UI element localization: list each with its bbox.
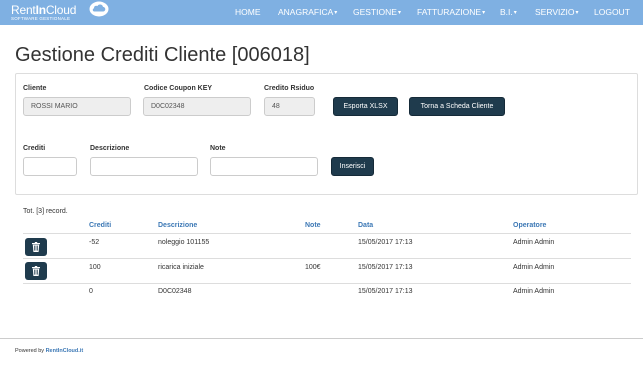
footer: Powered by RentInCloud.it	[15, 348, 83, 354]
credito-residuo-field[interactable]: 48	[264, 97, 315, 116]
table-row-divider	[23, 283, 631, 284]
descrizione-label: Descrizione	[90, 145, 130, 152]
record-count: Tot. [3] record.	[23, 208, 68, 215]
cliente-label: Cliente	[23, 85, 47, 92]
column-header-operatore[interactable]: Operatore	[513, 222, 546, 229]
chevron-down-icon: ▾	[513, 10, 517, 16]
descrizione-input[interactable]	[90, 157, 198, 176]
cell-data: 15/05/2017 17:13	[358, 239, 413, 246]
top-navbar: RentInCloud SOFTWARE GESTIONALE HOME ANA…	[0, 0, 643, 25]
client-credit-panel	[15, 73, 638, 195]
coupon-field[interactable]: D0C02348	[143, 97, 251, 116]
nav-anagrafica[interactable]: ANAGRAFICA▾	[278, 0, 337, 25]
nav-fatturazione[interactable]: FATTURAZIONE▾	[417, 0, 485, 25]
back-to-client-button[interactable]: Torna a Scheda Cliente	[409, 97, 505, 116]
brand-logo[interactable]: RentInCloud SOFTWARE GESTIONALE	[11, 1, 111, 24]
cell-crediti: 0	[89, 288, 93, 295]
cell-operatore: Admin Admin	[513, 288, 555, 295]
brand-name: RentInCloud	[11, 3, 77, 17]
table-divider	[23, 233, 631, 234]
crediti-input[interactable]	[23, 157, 77, 176]
column-header-descrizione[interactable]: Descrizione	[158, 222, 197, 229]
nav-bi[interactable]: B.I.▾	[500, 0, 517, 25]
cloud-icon	[89, 1, 109, 17]
cell-note: 100€	[305, 264, 321, 271]
cell-descrizione: D0C02348	[158, 288, 192, 295]
delete-row-button[interactable]	[25, 238, 47, 256]
cell-descrizione: ricarica iniziale	[158, 264, 204, 271]
chevron-down-icon: ▾	[482, 10, 486, 16]
cell-operatore: Admin Admin	[513, 264, 555, 271]
cell-crediti: 100	[89, 264, 101, 271]
column-header-data[interactable]: Data	[358, 222, 373, 229]
column-header-note[interactable]: Note	[305, 222, 321, 229]
cell-data: 15/05/2017 17:13	[358, 264, 413, 271]
nav-home[interactable]: HOME	[235, 0, 261, 25]
trash-icon	[32, 266, 40, 276]
cell-operatore: Admin Admin	[513, 239, 555, 246]
cell-descrizione: noleggio 101155	[158, 239, 210, 246]
chevron-down-icon: ▾	[334, 10, 338, 16]
credito-residuo-label: Credito Rsiduo	[264, 85, 315, 92]
nav-servizio[interactable]: SERVIZIO▾	[535, 0, 579, 25]
footer-divider	[0, 338, 643, 339]
crediti-label: Crediti	[23, 145, 46, 152]
page-title: Gestione Crediti Cliente [006018]	[15, 44, 310, 66]
coupon-label: Codice Coupon KEY	[144, 85, 213, 92]
brand-subtitle: SOFTWARE GESTIONALE	[11, 16, 71, 21]
insert-button[interactable]: Inserisci	[331, 157, 374, 176]
cliente-field[interactable]: ROSSI MARIO	[23, 97, 131, 116]
nav-gestione[interactable]: GESTIONE▾	[353, 0, 401, 25]
footer-link[interactable]: RentInCloud.it	[46, 348, 84, 354]
nav-logout[interactable]: LOGOUT	[594, 0, 630, 25]
note-input[interactable]	[210, 157, 318, 176]
table-row-divider	[23, 258, 631, 259]
delete-row-button[interactable]	[25, 262, 47, 280]
trash-icon	[32, 242, 40, 252]
cell-crediti: -52	[89, 239, 100, 246]
export-xlsx-button[interactable]: Esporta XLSX	[333, 97, 398, 116]
cell-data: 15/05/2017 17:13	[358, 288, 413, 295]
chevron-down-icon: ▾	[397, 10, 401, 16]
chevron-down-icon: ▾	[575, 10, 579, 16]
note-label: Note	[210, 145, 226, 152]
column-header-crediti[interactable]: Crediti	[89, 222, 111, 229]
footer-prefix: Powered by	[15, 348, 45, 354]
